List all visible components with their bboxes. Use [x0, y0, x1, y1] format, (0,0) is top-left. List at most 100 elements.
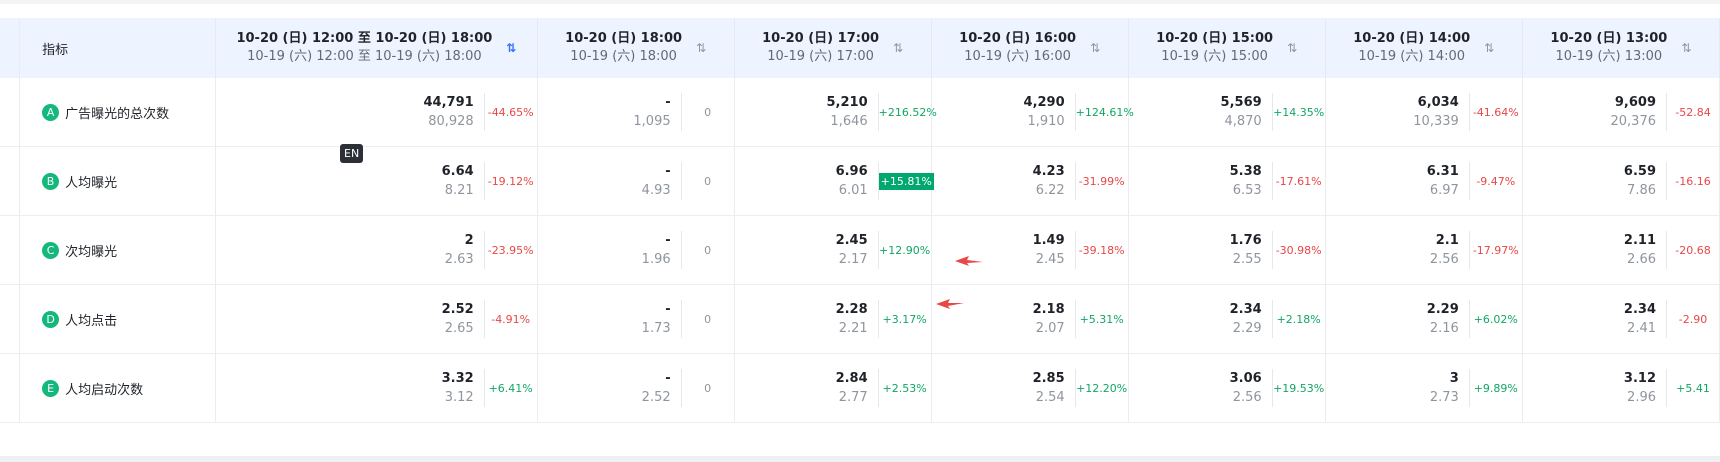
sort-icon[interactable]: ⇅	[1484, 41, 1494, 55]
current-value: 4,290	[1023, 95, 1065, 110]
annotation-arrow-2	[936, 299, 964, 309]
metric-letter-badge: C	[42, 241, 60, 259]
value-cell: 5,569 4,870 +14.35%	[1128, 78, 1326, 147]
current-value: 2.34	[1623, 302, 1656, 317]
current-value: 2.1	[1435, 233, 1459, 248]
change-percent: +2.53%	[882, 381, 927, 395]
current-value: 6.96	[835, 164, 868, 179]
value-cell: 2.29 2.16 +6.02%	[1325, 284, 1523, 354]
current-value: 2.34	[1229, 302, 1262, 317]
value-cell: - 1,095 0	[537, 78, 735, 147]
row-spacer	[0, 284, 21, 354]
change-percent: -19.12%	[487, 174, 534, 188]
value-cell: 2.45 2.17 +12.90%	[734, 215, 932, 285]
current-value: 6.31	[1426, 164, 1459, 179]
sort-icon[interactable]: ⇅	[696, 41, 706, 55]
compare-value: 2.54	[1035, 390, 1065, 405]
metrics-table: 指标 10-20 (日) 12:00 至 10-20 (日) 18:00 10-1…	[0, 18, 1720, 423]
current-value: 6.59	[1623, 164, 1656, 179]
change-percent: +15.81%	[878, 172, 934, 190]
compare-value: 2.65	[444, 321, 474, 336]
metric-name: 人均点击	[65, 313, 118, 329]
header-col-4[interactable]: 10-20 (日) 15:00 10-19 (六) 15:00 ⇅	[1128, 18, 1326, 78]
header-col-3-line1: 10-20 (日) 16:00	[959, 31, 1077, 46]
compare-value: 6.01	[838, 183, 868, 198]
header-col-4-line2: 10-19 (六) 15:00	[1161, 49, 1268, 64]
change-percent: +12.20%	[1076, 381, 1128, 395]
compare-value: 3.12	[444, 390, 474, 405]
change-percent: +12.90%	[879, 243, 931, 257]
current-value: 5,210	[826, 95, 868, 110]
sort-icon[interactable]: ⇅	[893, 41, 903, 55]
table-row: E 人均启动次数 3.32 3.12 +6.41% - 2.52 0 2.84 2.77 +2.53…	[0, 353, 1720, 423]
current-value: 2.11	[1623, 233, 1656, 248]
value-cell: 5,210 1,646 +216.52%	[734, 78, 937, 147]
header-col-1-line1: 10-20 (日) 18:00	[565, 31, 683, 46]
value-cell: - 1.73 0	[537, 284, 735, 354]
current-value: 5,569	[1220, 95, 1262, 110]
header-col-5-line2: 10-19 (六) 14:00	[1358, 49, 1466, 64]
current-value: 3.12	[1623, 371, 1656, 386]
change-percent: +9.89%	[1473, 381, 1518, 395]
current-value: 3.32	[441, 371, 474, 386]
row-spacer	[0, 78, 21, 147]
row-spacer	[0, 215, 21, 285]
value-cell: 5.38 6.53 -17.61%	[1128, 146, 1326, 216]
header-col-1[interactable]: 10-20 (日) 18:00 10-19 (六) 18:00 ⇅	[537, 18, 735, 78]
change-percent: +124.61%	[1075, 105, 1134, 119]
value-cell: 6.59 7.86 -16.16	[1522, 146, 1720, 216]
table-row: B 人均曝光 6.64 8.21 -19.12% - 4.93 0 6.96 6.01 +15.81…	[0, 146, 1720, 216]
sort-icon[interactable]: ⇅	[1090, 41, 1100, 55]
header-col-3[interactable]: 10-20 (日) 16:00 10-19 (六) 16:00 ⇅	[931, 18, 1129, 78]
header-col-0[interactable]: 10-20 (日) 12:00 至 10-20 (日) 18:00 10-19 (…	[215, 18, 538, 78]
change-percent: -17.61%	[1275, 174, 1322, 188]
compare-value: 2.77	[838, 390, 868, 405]
current-value: 4.23	[1032, 164, 1065, 179]
current-value: 5.38	[1229, 164, 1262, 179]
metric-name: 人均启动次数	[65, 382, 144, 398]
table-header-row: 指标 10-20 (日) 12:00 至 10-20 (日) 18:00 10-1…	[0, 18, 1720, 78]
compare-value: 8.21	[444, 183, 474, 198]
sort-icon[interactable]: ⇅	[1287, 41, 1297, 55]
value-cell: 2 2.63 -23.95%	[215, 215, 538, 285]
current-value: -	[665, 164, 671, 179]
change-percent: +3.17%	[882, 312, 927, 326]
change-percent: -39.18%	[1078, 243, 1125, 257]
current-value: 9,609	[1614, 95, 1656, 110]
change-percent: 0	[704, 105, 712, 119]
header-col-6-line2: 10-19 (六) 13:00	[1555, 49, 1663, 64]
compare-value: 80,928	[428, 114, 474, 129]
current-value: 2.85	[1032, 371, 1065, 386]
compare-value: 2.29	[1232, 321, 1262, 336]
compare-value: 2.56	[1232, 390, 1262, 405]
value-cell: 1.49 2.45 -39.18%	[931, 215, 1129, 285]
change-percent: +19.53%	[1273, 381, 1325, 395]
header-col-6[interactable]: 10-20 (日) 13:00 10-19 (六) 13:00 ⇅	[1522, 18, 1720, 78]
metric-cell: A 广告曝光的总次数	[19, 78, 217, 147]
header-col-2[interactable]: 10-20 (日) 17:00 10-19 (六) 17:00 ⇅	[734, 18, 932, 78]
compare-value: 2.52	[641, 390, 671, 405]
metrics-table-card: 指标 10-20 (日) 12:00 至 10-20 (日) 18:00 10-1…	[0, 4, 1720, 456]
value-cell: 6,034 10,339 -41.64%	[1325, 78, 1523, 147]
metric-name: 次均曝光	[65, 244, 118, 260]
value-cell: 2.85 2.54 +12.20%	[931, 353, 1129, 423]
value-cell: 2.34 2.29 +2.18%	[1128, 284, 1326, 354]
header-metric: 指标	[19, 18, 217, 78]
header-col-6-line1: 10-20 (日) 13:00	[1550, 31, 1668, 46]
header-spacer	[0, 18, 21, 78]
value-cell: 2.11 2.66 -20.68	[1522, 215, 1720, 285]
current-value: -	[665, 371, 671, 386]
header-col-5[interactable]: 10-20 (日) 14:00 10-19 (六) 14:00 ⇅	[1325, 18, 1523, 78]
metric-letter-badge: E	[42, 379, 60, 397]
value-cell: 3.06 2.56 +19.53%	[1128, 353, 1326, 423]
change-percent: -4.91%	[491, 312, 531, 326]
value-cell: - 4.93 0	[537, 146, 735, 216]
sort-icon[interactable]: ⇅	[1681, 41, 1691, 55]
change-percent: +6.02%	[1473, 312, 1518, 326]
footer-bar	[0, 456, 1720, 462]
change-percent: -23.95%	[487, 243, 534, 257]
table-row: D 人均点击 2.52 2.65 -4.91% -1.73 0 2.28 2.21 +3.17% 2…	[0, 284, 1720, 354]
value-cell: 2.18 2.07 +5.31%	[931, 284, 1129, 354]
sort-active-icon[interactable]: ⇅	[506, 41, 516, 55]
value-cell: 2.52 2.65 -4.91%	[215, 284, 538, 354]
